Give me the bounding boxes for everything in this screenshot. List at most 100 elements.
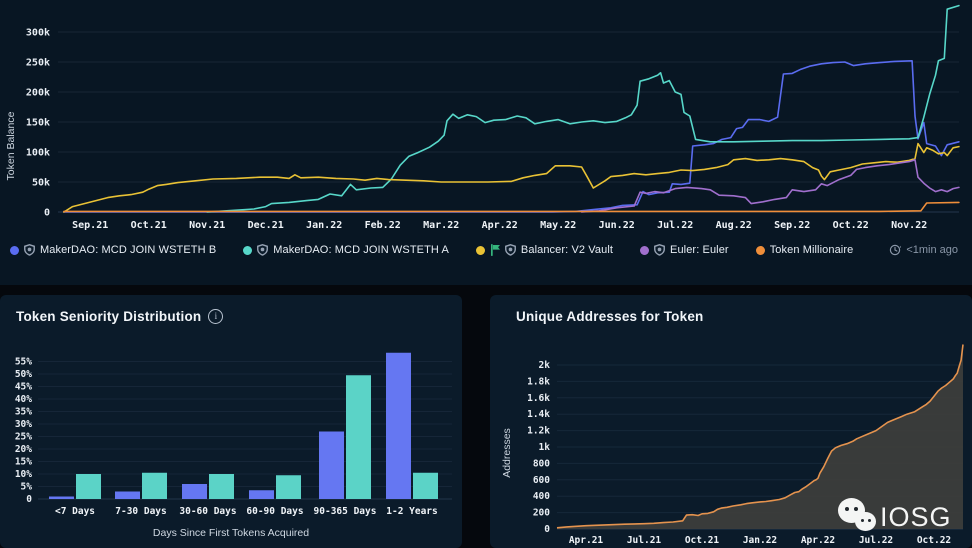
svg-text:Sep.22: Sep.22 <box>774 220 810 231</box>
dashboard: 050k100k150k200k250k300kToken BalanceSep… <box>0 0 972 548</box>
svg-text:1.8k: 1.8k <box>527 376 550 387</box>
legend-item-1[interactable]: MakerDAO: MCD JOIN WSTETH A <box>243 244 449 256</box>
legend-label: Token Millionaire <box>770 244 854 256</box>
svg-text:20%: 20% <box>15 444 32 455</box>
svg-text:1.2k: 1.2k <box>527 426 550 437</box>
svg-text:Feb.22: Feb.22 <box>365 220 401 231</box>
flag-icon <box>490 244 500 256</box>
svg-text:Jul.21: Jul.21 <box>627 535 662 546</box>
bar <box>249 490 274 499</box>
watermark-text: IOSG <box>880 502 952 533</box>
svg-text:600: 600 <box>533 475 550 486</box>
token-seniority-chart[interactable]: 05%10%15%20%25%30%35%40%45%50%55%<7 Days… <box>0 339 462 527</box>
bar <box>413 473 438 499</box>
bar <box>115 492 140 500</box>
svg-text:60-90 Days: 60-90 Days <box>246 506 303 517</box>
svg-text:400: 400 <box>533 491 550 502</box>
svg-text:Dec.21: Dec.21 <box>248 220 284 231</box>
info-icon[interactable]: i <box>208 309 223 324</box>
svg-text:Token Balance: Token Balance <box>5 111 17 180</box>
x-ticks: <7 Days7-30 Days30-60 Days60-90 Days90-3… <box>55 506 438 517</box>
seniority-xaxis-title: Days Since First Tokens Acquired <box>0 527 462 539</box>
bar <box>142 473 167 499</box>
svg-text:Jan.22: Jan.22 <box>306 220 342 231</box>
bar <box>182 484 207 499</box>
legend-item-2[interactable]: Balancer: V2 Vault <box>476 244 613 256</box>
svg-text:Nov.22: Nov.22 <box>891 220 927 231</box>
svg-text:200k: 200k <box>26 88 50 99</box>
svg-text:15%: 15% <box>15 457 32 468</box>
svg-text:1k: 1k <box>539 442 551 453</box>
legend-label: Balancer: V2 Vault <box>521 244 613 256</box>
legend-item-0[interactable]: MakerDAO: MCD JOIN WSTETH B <box>10 244 216 256</box>
svg-text:35%: 35% <box>15 407 32 418</box>
svg-text:Jul.22: Jul.22 <box>657 220 693 231</box>
legend-items: MakerDAO: MCD JOIN WSTETH B MakerDAO: MCD… <box>10 244 880 256</box>
legend-dot <box>756 246 765 255</box>
svg-text:1.6k: 1.6k <box>527 393 550 404</box>
legend-dot <box>476 246 485 255</box>
svg-text:Apr.22: Apr.22 <box>801 535 835 546</box>
legend-label: Euler: Euler <box>670 244 729 256</box>
svg-text:Aug.22: Aug.22 <box>716 220 752 231</box>
shield-icon <box>24 244 35 256</box>
svg-text:Oct.22: Oct.22 <box>833 220 869 231</box>
svg-text:May.22: May.22 <box>540 220 576 231</box>
svg-text:1.4k: 1.4k <box>527 409 550 420</box>
token-balance-chart[interactable]: 050k100k150k200k250k300kToken BalanceSep… <box>0 0 972 236</box>
svg-text:100k: 100k <box>26 148 50 159</box>
svg-text:Oct.21: Oct.21 <box>131 220 167 231</box>
token-seniority-card: Token Seniority Distribution i 05%10%15%… <box>0 295 462 548</box>
svg-text:800: 800 <box>533 458 550 469</box>
series-line-1 <box>207 6 959 212</box>
svg-text:90-365 Days: 90-365 Days <box>314 506 377 517</box>
svg-text:50k: 50k <box>32 178 50 189</box>
legend-dot <box>640 246 649 255</box>
y-grid: 050k100k150k200k250k300k <box>26 28 959 219</box>
svg-text:0: 0 <box>44 208 50 219</box>
svg-text:1-2 Years: 1-2 Years <box>386 506 437 517</box>
bar-series-1 <box>76 375 438 499</box>
svg-text:Addresses: Addresses <box>501 428 513 478</box>
svg-text:55%: 55% <box>15 357 32 368</box>
wechat-icon <box>836 495 880 539</box>
unique-addresses-card: Unique Addresses for Token 0 200 400 600 800… <box>490 295 972 548</box>
shield-icon <box>257 244 268 256</box>
addresses-title-row: Unique Addresses for Token <box>490 295 972 324</box>
shield-icon <box>505 244 516 256</box>
iosg-watermark: IOSG <box>836 495 952 539</box>
bar <box>49 497 74 500</box>
svg-text:7-30 Days: 7-30 Days <box>115 506 166 517</box>
svg-text:30-60 Days: 30-60 Days <box>179 506 236 517</box>
legend-item-4[interactable]: Token Millionaire <box>756 244 854 256</box>
svg-text:250k: 250k <box>26 58 50 69</box>
legend-label: MakerDAO: MCD JOIN WSTETH B <box>40 244 216 256</box>
bar <box>209 474 234 499</box>
bar <box>386 353 411 499</box>
svg-text:Nov.21: Nov.21 <box>189 220 225 231</box>
seniority-title: Token Seniority Distribution <box>16 309 201 324</box>
svg-text:300k: 300k <box>26 28 50 39</box>
svg-text:0: 0 <box>544 524 550 535</box>
svg-text:Apr.21: Apr.21 <box>569 535 604 546</box>
legend-row: MakerDAO: MCD JOIN WSTETH B MakerDAO: MCD… <box>0 238 972 262</box>
last-updated-label: <1min ago <box>906 244 958 256</box>
svg-text:50%: 50% <box>15 369 32 380</box>
bar <box>346 375 371 499</box>
svg-text:2k: 2k <box>539 360 551 371</box>
last-updated[interactable]: <1min ago <box>889 244 958 256</box>
svg-text:25%: 25% <box>15 432 32 443</box>
legend-item-3[interactable]: Euler: Euler <box>640 244 729 256</box>
svg-text:Jan.22: Jan.22 <box>743 535 777 546</box>
bar <box>319 432 344 500</box>
svg-text:Sep.21: Sep.21 <box>72 220 108 231</box>
svg-text:30%: 30% <box>15 419 32 430</box>
svg-text:10%: 10% <box>15 469 32 480</box>
token-balance-panel: 050k100k150k200k250k300kToken BalanceSep… <box>0 0 972 285</box>
svg-text:45%: 45% <box>15 382 32 393</box>
svg-text:Jun.22: Jun.22 <box>599 220 635 231</box>
series-line-0 <box>64 61 959 212</box>
svg-text:200: 200 <box>533 508 550 519</box>
shield-icon <box>654 244 665 256</box>
svg-text:40%: 40% <box>15 394 32 405</box>
